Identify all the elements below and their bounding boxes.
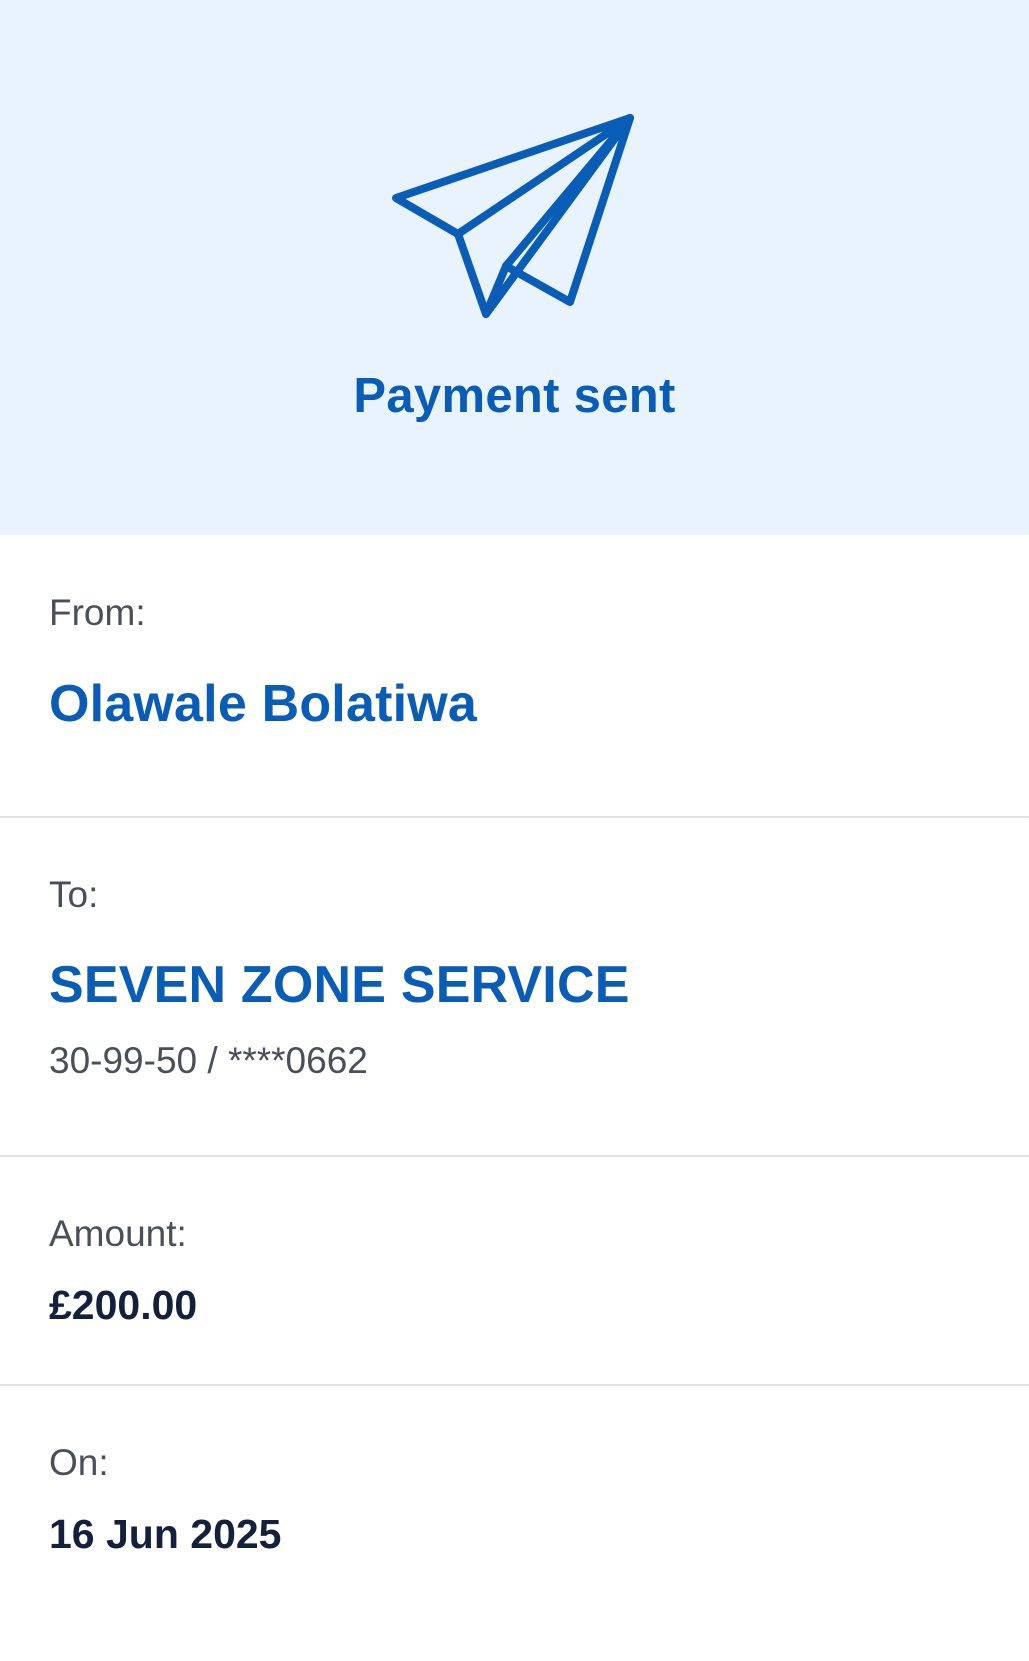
date-section: On: 16 Jun 2025 — [0, 1386, 1029, 1661]
amount-label: Amount: — [49, 1213, 187, 1254]
to-label: To: — [49, 874, 99, 915]
confirmation-header: Payment sent — [0, 0, 1029, 535]
from-label: From: — [49, 592, 146, 633]
to-section: To: SEVEN ZONE SERVICE 30-99-50 / ****06… — [0, 818, 1029, 1157]
paper-plane-icon — [392, 114, 634, 318]
date-value: 16 Jun 2025 — [49, 1511, 282, 1557]
date-label: On: — [49, 1442, 109, 1483]
payee-account-details: 30-99-50 / ****0662 — [49, 1040, 368, 1081]
amount-value: £200.00 — [49, 1282, 198, 1328]
from-section: From: Olawale Bolatiwa — [0, 535, 1029, 818]
amount-section: Amount: £200.00 — [0, 1157, 1029, 1386]
confirmation-title: Payment sent — [353, 369, 676, 423]
payee-name: SEVEN ZONE SERVICE — [49, 956, 630, 1014]
payment-confirmation-screen: Payment sent From: Olawale Bolatiwa To: … — [0, 0, 1029, 1661]
sender-name: Olawale Bolatiwa — [49, 675, 478, 733]
